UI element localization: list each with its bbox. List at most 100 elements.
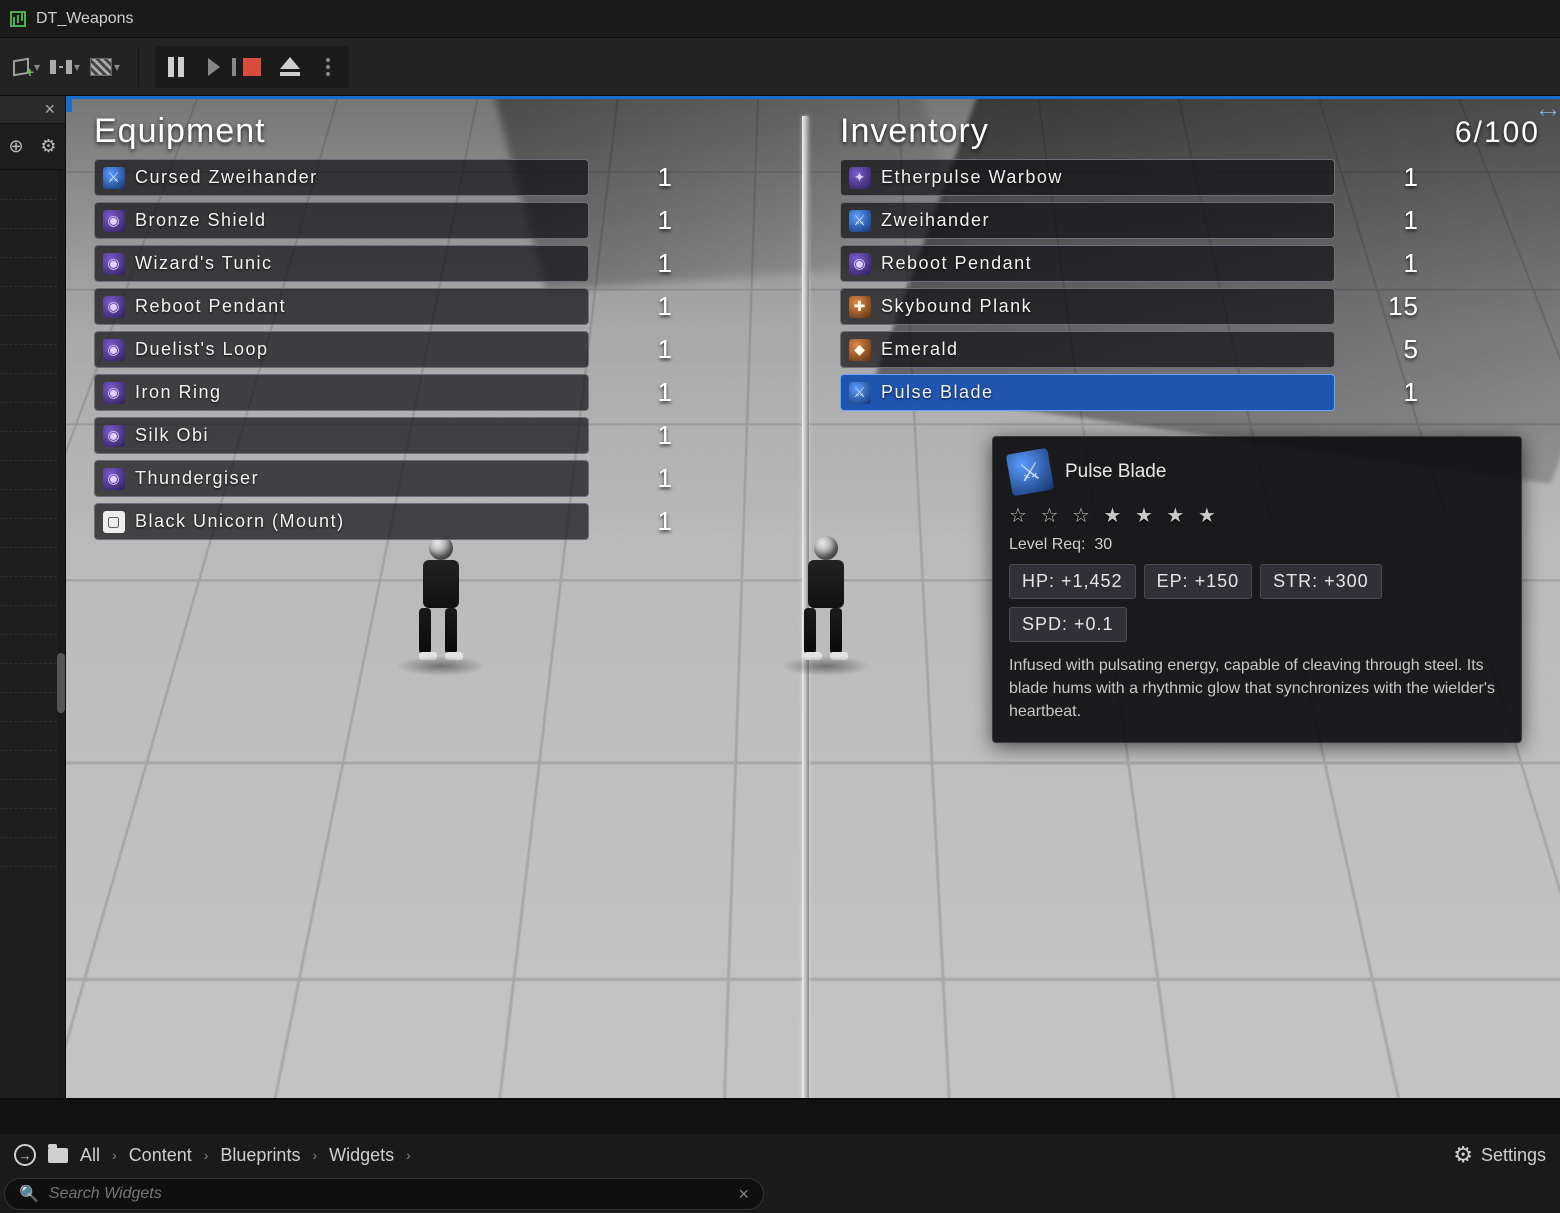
item-icon: ▢	[103, 511, 125, 533]
outliner-item[interactable]: ticMesh	[0, 344, 57, 373]
tree-scrollbar-track[interactable]	[57, 170, 65, 1098]
item-name: Etherpulse Warbow	[881, 167, 1063, 188]
eject-button[interactable]	[273, 50, 307, 84]
outliner-item[interactable]: ticleEv	[0, 866, 57, 895]
item-quantity: 1	[611, 377, 673, 408]
folder-icon[interactable]	[48, 1148, 68, 1163]
close-icon[interactable]: ×	[44, 99, 55, 120]
inventory-slot[interactable]: ◉Reboot Pendant	[840, 245, 1335, 282]
datatable-icon	[10, 11, 26, 27]
equipment-slot[interactable]: ◉Thundergiser	[94, 460, 589, 497]
chevron-right-icon: ›	[406, 1147, 411, 1163]
equipment-slot[interactable]: ◉ Wizard's Tunic	[94, 245, 589, 282]
inventory-slot-row: ⚔Zweihander1	[840, 202, 1540, 239]
stop-button[interactable]	[235, 50, 269, 84]
outliner-item[interactable]: der	[0, 460, 57, 489]
outliner-item[interactable]	[0, 170, 57, 199]
inventory-slot[interactable]: ✚ Skybound Plank	[840, 288, 1335, 325]
item-quantity: 15	[1357, 291, 1419, 322]
equipment-slot[interactable]: ◉Silk Obi	[94, 417, 589, 454]
outliner-item[interactable]: ticMesh	[0, 228, 57, 257]
equipment-slot[interactable]: ◉Iron Ring	[94, 374, 589, 411]
inventory-slot[interactable]: ✦ Etherpulse Warbow	[840, 159, 1335, 196]
tooltip-description: Infused with pulsating energy, capable o…	[1009, 654, 1505, 724]
item-icon: ◉	[103, 382, 125, 404]
outliner-item[interactable]: ticMesh	[0, 402, 57, 431]
content-search[interactable]: 🔍 ×	[4, 1178, 764, 1210]
equipment-slot[interactable]: ⚔ Cursed Zweihander	[94, 159, 589, 196]
item-icon: ✚	[849, 296, 871, 318]
equipment-slot[interactable]: ▢ Black Unicorn (Mount)	[94, 503, 589, 540]
item-icon: ⚔	[103, 167, 125, 189]
outliner-item[interactable]: ticMesh	[0, 286, 57, 315]
item-icon: ⚔	[849, 382, 871, 404]
outliner-item[interactable]: ticMesh	[0, 576, 57, 605]
inventory-slot[interactable]: ⚔Pulse Blade	[840, 374, 1335, 411]
item-icon: ⚔	[849, 210, 871, 232]
equipment-slot[interactable]: ◉Bronze Shield	[94, 202, 589, 239]
blueprints-button[interactable]	[48, 50, 82, 84]
equipment-slot[interactable]: ◉Reboot Pendant	[94, 288, 589, 325]
add-actor-button[interactable]	[8, 50, 42, 84]
outliner-item[interactable]: D	[0, 837, 57, 866]
breadcrumb-item[interactable]: Content	[129, 1145, 192, 1166]
breadcrumb-item[interactable]: Widgets	[329, 1145, 394, 1166]
inventory-slot-row: ✦Etherpulse Warbow1	[840, 159, 1540, 196]
equipment-slot-row: ◉Iron Ring 1	[94, 374, 794, 411]
equipment-slot-row: ◉Silk Obi1	[94, 417, 794, 454]
play-options-button[interactable]	[311, 50, 345, 84]
search-input[interactable]	[49, 1185, 729, 1203]
outliner-item[interactable]: meStat	[0, 808, 57, 837]
outliner-item[interactable]: ticMesh	[0, 431, 57, 460]
outliner-item[interactable]: ticMesh	[0, 257, 57, 286]
item-name: Skybound Plank	[881, 296, 1032, 317]
viewport-corner	[66, 96, 72, 112]
inventory-slot-row: ◉Reboot Pendant1	[840, 245, 1540, 282]
item-quantity: 1	[611, 248, 673, 279]
outliner-item[interactable]: ticMesh	[0, 547, 57, 576]
outliner-item[interactable]: ticMesh	[0, 518, 57, 547]
nav-history-icon[interactable]	[14, 1144, 36, 1166]
pause-button[interactable]	[159, 50, 193, 84]
item-name: Wizard's Tunic	[135, 253, 272, 274]
outliner-item[interactable]: t BP_G	[0, 634, 57, 663]
equipment-slot[interactable]: ◉Duelist's Loop	[94, 331, 589, 368]
game-viewport[interactable]: ⤢ Equipment ⚔Cursed Zweihander1◉Bronze S…	[66, 96, 1560, 1098]
outliner-tree[interactable]: or)ticMeshticMeshticMeshticMeshticMeshti…	[0, 170, 65, 1098]
tooltip-stats: HP: +1,452EP: +150STR: +300SPD: +0.1	[1009, 564, 1505, 642]
chevron-right-icon: ›	[112, 1147, 117, 1163]
gear-icon[interactable]: ⚙	[40, 136, 56, 157]
inventory-slot[interactable]: ⚔Zweihander	[840, 202, 1335, 239]
panel-tab-bar: ×	[0, 96, 65, 124]
equipment-slot-row: ◉ Wizard's Tunic 1	[94, 245, 794, 282]
item-icon: ✦	[849, 167, 871, 189]
toolbar-left-group	[8, 50, 122, 84]
item-icon: ◉	[103, 468, 125, 490]
cb-settings-button[interactable]: ⚙ Settings	[1453, 1142, 1546, 1168]
item-icon: ◉	[103, 253, 125, 275]
outliner-item[interactable]: meSess	[0, 779, 57, 808]
outliner-item[interactable]: t BP_N	[0, 663, 57, 692]
breadcrumb-item[interactable]: All	[80, 1145, 100, 1166]
cinematics-button[interactable]	[88, 50, 122, 84]
outliner-item[interactable]: meNetv	[0, 750, 57, 779]
step-forward-icon	[208, 58, 220, 76]
item-quantity: 1	[611, 291, 673, 322]
outliner-item[interactable]: ticMesh	[0, 315, 57, 344]
clear-search-icon[interactable]: ×	[738, 1184, 749, 1205]
outliner-item[interactable]: t BP_P	[0, 692, 57, 721]
add-icon[interactable]: ⊕	[8, 136, 23, 157]
item-name: Black Unicorn (Mount)	[135, 511, 345, 532]
inventory-slot[interactable]: ◆Emerald	[840, 331, 1335, 368]
outliner-item[interactable]: ticMesh	[0, 489, 57, 518]
outliner-item[interactable]: or)	[0, 199, 57, 228]
character-left	[406, 536, 476, 666]
tree-scrollbar-thumb[interactable]	[57, 653, 65, 713]
item-name: Cursed Zweihander	[135, 167, 318, 188]
outliner-item[interactable]: ticMesh	[0, 373, 57, 402]
outliner-item[interactable]: ontrolle	[0, 605, 57, 634]
frame-advance-button[interactable]	[197, 50, 231, 84]
outliner-item[interactable]: t BP_P	[0, 721, 57, 750]
cb-resize-gap[interactable]	[0, 1100, 1560, 1134]
breadcrumb-item[interactable]: Blueprints	[220, 1145, 300, 1166]
